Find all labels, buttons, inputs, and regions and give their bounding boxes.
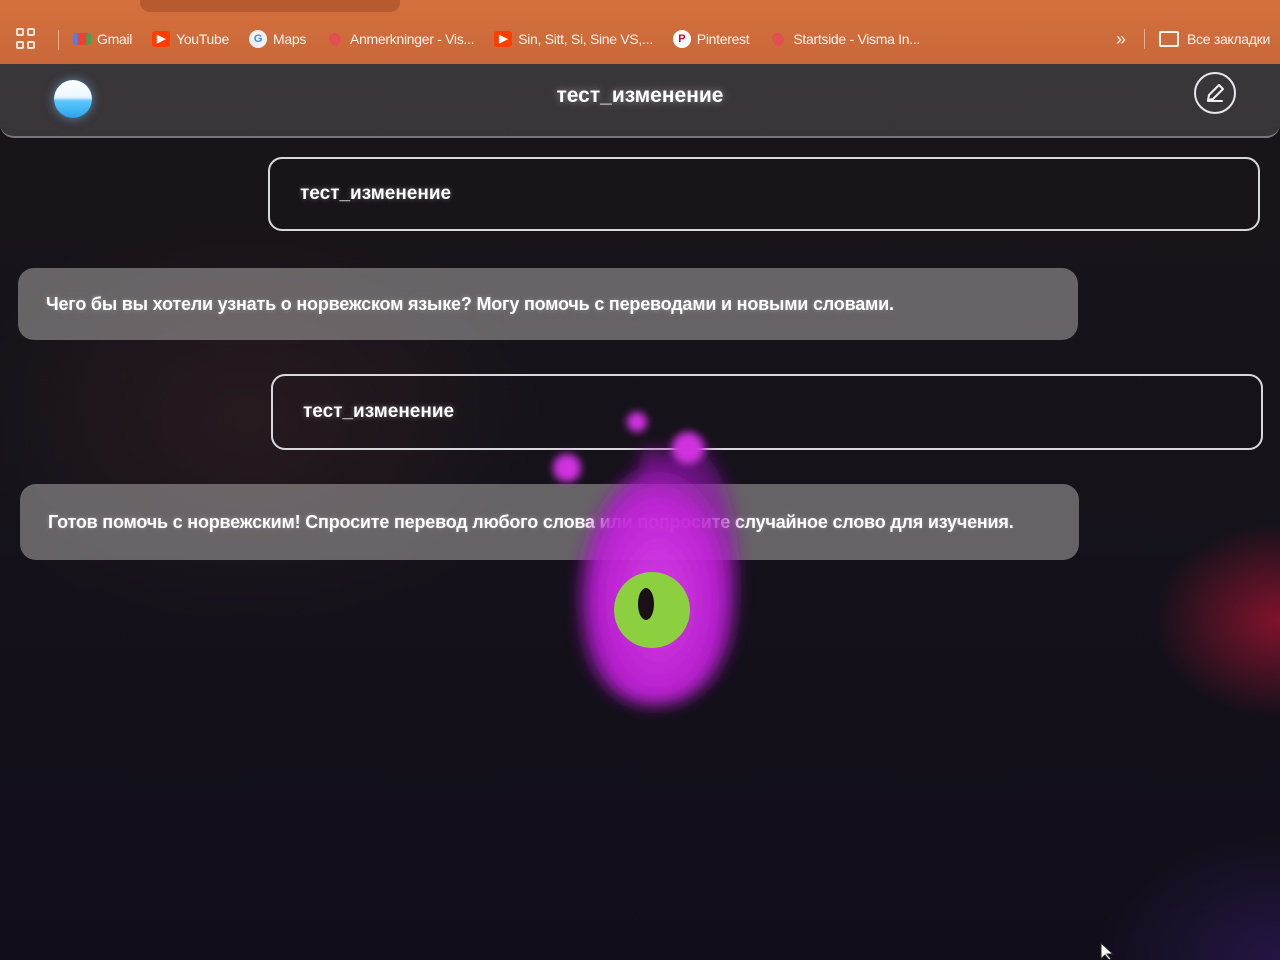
- bookmark-pinterest[interactable]: P Pinterest: [672, 28, 750, 50]
- message-text: Готов помочь с норвежским! Спросите пере…: [48, 511, 1014, 532]
- mascot-blob-icon[interactable]: [540, 400, 780, 720]
- message-text: тест_изменение: [303, 401, 455, 422]
- gmail-icon: M: [73, 33, 91, 45]
- bookmark-favicon: [769, 30, 787, 48]
- apps-grid-icon[interactable]: [16, 28, 38, 50]
- mouse-cursor-icon: [1100, 942, 1115, 960]
- bookmarks-divider: [58, 30, 59, 50]
- bookmark-sin-sitt[interactable]: ▶ Sin, Sitt, Si, Sine VS,...: [494, 28, 653, 50]
- bookmark-label: Gmail: [97, 31, 133, 47]
- bookmark-favicon: [326, 30, 344, 48]
- pinterest-icon: P: [672, 30, 691, 48]
- bookmark-startside[interactable]: Startside - Visma In...: [769, 28, 920, 50]
- bookmarks-divider: [1144, 29, 1146, 49]
- app-window: M Gmail ▶ YouTube G Maps Anmerkninger - …: [0, 0, 1280, 960]
- edit-button[interactable]: [1194, 72, 1236, 114]
- message-text: Чего бы вы хотели узнать о норвежском яз…: [46, 293, 894, 314]
- bookmark-label: YouTube: [176, 31, 229, 47]
- bot-message: Чего бы вы хотели узнать о норвежском яз…: [18, 268, 1078, 340]
- bookmarks-bar: M Gmail ▶ YouTube G Maps Anmerkninger - …: [0, 0, 1280, 64]
- active-tab-edge[interactable]: [140, 0, 400, 12]
- app-header: тест_изменение: [0, 64, 1280, 138]
- user-message: тест_изменение: [268, 157, 1260, 231]
- bookmark-anmerkninger[interactable]: Anmerkninger - Vis...: [326, 28, 475, 50]
- bookmark-label: Startside - Visma In...: [793, 31, 921, 47]
- bookmark-gmail[interactable]: M Gmail: [73, 28, 132, 50]
- more-bookmarks-button[interactable]: »: [1116, 29, 1126, 50]
- bookmark-label: Pinterest: [696, 31, 750, 47]
- all-bookmarks-label: Все закладки: [1187, 31, 1270, 47]
- page-title: тест_изменение: [556, 84, 724, 107]
- folder-icon: [1159, 31, 1180, 47]
- all-bookmarks-button[interactable]: Все закладки: [1159, 28, 1270, 50]
- google-icon: G: [248, 30, 267, 48]
- message-text: тест_изменение: [300, 183, 452, 204]
- bookmark-label: Maps: [272, 31, 307, 47]
- bookmark-label: Sin, Sitt, Si, Sine VS,...: [518, 31, 653, 47]
- bookmark-label: Anmerkninger - Vis...: [350, 31, 475, 47]
- youtube-icon: ▶: [152, 31, 171, 47]
- bookmark-maps[interactable]: G Maps: [248, 28, 307, 50]
- pencil-icon: [1207, 84, 1224, 102]
- youtube-icon: ▶: [494, 31, 513, 47]
- bookmarks-right: » Все закладки: [1116, 28, 1270, 50]
- bookmark-youtube[interactable]: ▶ YouTube: [152, 28, 229, 50]
